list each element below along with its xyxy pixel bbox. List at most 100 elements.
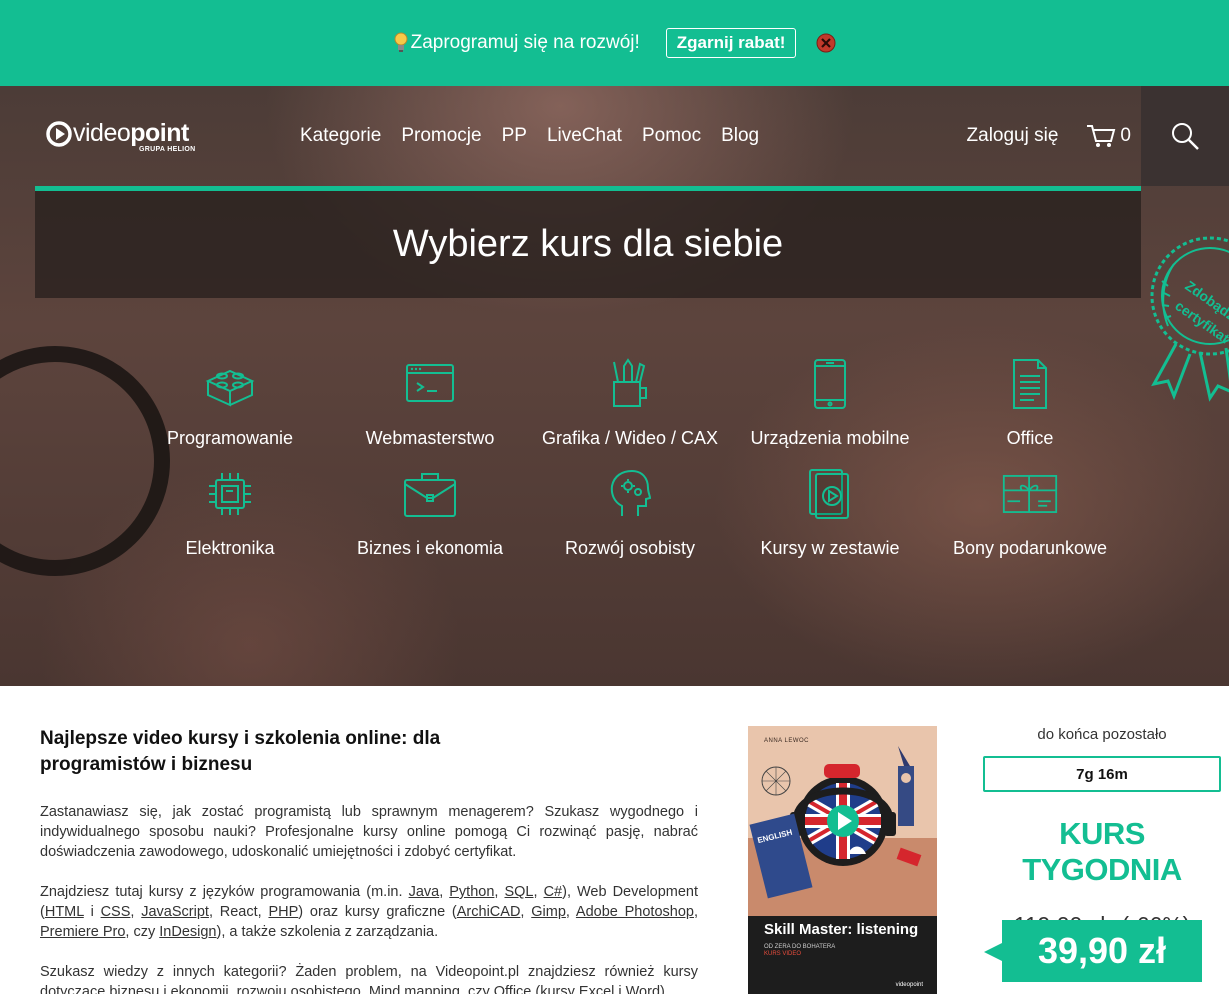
login-link[interactable]: Zaloguj się [967,125,1059,147]
lightbulb-icon [394,32,408,52]
p2-text: , [520,904,532,920]
link-javascript[interactable]: JavaScript [141,904,209,920]
category-label: Biznes i ekonomia [356,538,504,558]
link-java[interactable]: Java [409,884,440,900]
p2-text: i [83,904,101,920]
p2-text: , [565,904,576,920]
deal-title[interactable]: KURS TYGODNIA [983,816,1221,888]
category-rozwoj-osobisty[interactable]: Rozwój osobisty [530,466,730,570]
deal-remaining-label: do końca pozostało [1037,726,1167,743]
link-sql[interactable]: SQL [504,884,533,900]
promo-discount-button[interactable]: Zgarnij rabat! [665,28,797,58]
nav-pp[interactable]: PP [502,125,527,147]
category-label: Programowanie [166,428,294,448]
link-html[interactable]: HTML [45,904,84,920]
p2-text: ), a także szkolenia z zarządzania. [216,924,439,940]
category-label: Kursy w zestawie [760,538,900,558]
videopoint-logo[interactable]: videopoint GRUPA HELION [45,119,265,153]
main-navbar: videopoint GRUPA HELION Kategorie Promoc… [35,86,1141,186]
intro-paragraph-3: Szukasz wiedzy z innych kategorii? Żaden… [40,964,698,994]
cart-icon [1087,125,1116,147]
link-csharp[interactable]: C# [544,884,563,900]
smartphone-icon [814,359,846,409]
cover-kind: KURS VIDEO [764,951,802,957]
link-indesign[interactable]: InDesign [159,924,216,940]
content-section: Najlepsze video kursy i szkolenia online… [0,686,1229,994]
p2-text: , [439,884,450,900]
deal-of-week: do końca pozostało 7g 16m KURS TYGODNIA … [983,726,1221,982]
pencil-cup-icon [613,358,647,407]
category-elektronika[interactable]: Elektronika [130,466,330,570]
p2-text: , czy [125,924,160,940]
price-arrow [984,943,1002,961]
briefcase-icon [404,473,456,517]
category-label: Urządzenia mobilne [750,428,910,448]
cover-brand: videopoint [895,982,923,988]
logo-text-light: video [73,119,131,147]
promo-bar: Zaprogramuj się na rozwój! Zgarnij rabat… [0,0,1229,86]
category-label: Rozwój osobisty [564,538,696,558]
category-bony-podarunkowe[interactable]: Bony podarunkowe [930,466,1130,570]
nav-kategorie[interactable]: Kategorie [300,125,381,147]
p2-text: , [693,904,699,920]
cover-illustration: ENGLISH [748,746,937,916]
p2-text: , [494,884,505,900]
category-label: Grafika / Wideo / CAX [541,428,719,448]
category-label: Bony podarunkowe [952,538,1108,558]
category-biznes[interactable]: Biznes i ekonomia [330,466,530,570]
gift-voucher-icon [1002,475,1058,513]
logo-subtitle: GRUPA HELION [139,146,196,153]
play-logo-icon [46,120,72,147]
chip-icon [209,473,251,515]
cart-button[interactable]: 0 [1086,123,1131,149]
hero-title-band: Wybierz kurs dla siebie [35,191,1141,298]
course-cover-image[interactable]: ANNA LEWOC ENGLISH Skill Master: listeni… [748,726,937,994]
link-archicad[interactable]: ArchiCAD [457,904,521,920]
deal-price-button[interactable]: 39,90 zł [1002,920,1202,982]
category-webmasterstwo[interactable]: Webmasterstwo [330,356,530,460]
cover-subtitle: OD ZERA DO BOHATERA [764,944,836,950]
intro-paragraph-1: Zastanawiasz się, jak zostać programistą… [40,804,698,860]
video-bundle-icon [809,469,849,519]
link-css[interactable]: CSS [101,904,131,920]
p2-text: , [533,884,544,900]
link-premiere[interactable]: Premiere Pro [40,924,125,940]
category-label: Elektronika [185,538,275,558]
nav-pomoc[interactable]: Pomoc [642,125,701,147]
close-icon[interactable] [816,33,836,53]
cover-title: Skill Master: listening [764,921,919,938]
promo-text: Zaprogramuj się na rozwój! [410,32,640,53]
nav-links: Kategorie Promocje PP LiveChat Pomoc Blo… [300,125,779,147]
search-icon [1172,123,1199,150]
cart-count: 0 [1120,125,1131,146]
hero-title: Wybierz kurs dla siebie [392,223,784,265]
intro-paragraph-2: Znajdziesz tutaj kursy z języków program… [40,882,698,942]
nav-blog[interactable]: Blog [721,125,759,147]
deal-timer: 7g 16m [983,756,1221,792]
category-label: Webmasterstwo [365,428,495,448]
category-label: Office [1006,428,1054,448]
category-office[interactable]: Office [930,356,1130,460]
category-programowanie[interactable]: Programowanie [130,356,330,460]
intro-text: Najlepsze video kursy i szkolenia online… [40,726,698,994]
hero-section: videopoint GRUPA HELION Kategorie Promoc… [0,86,1229,686]
intro-heading: Najlepsze video kursy i szkolenia online… [40,728,441,775]
logo-text-bold: point [130,119,189,147]
head-gears-icon [610,469,652,516]
document-icon [1013,359,1047,409]
p2-text: Znajdziesz tutaj kursy z języków program… [40,884,409,900]
link-gimp[interactable]: Gimp [531,904,566,920]
nav-livechat[interactable]: LiveChat [547,125,622,147]
lego-brick-icon [205,369,255,407]
search-button[interactable] [1141,86,1229,186]
link-python[interactable]: Python [449,884,494,900]
link-php[interactable]: PHP [268,904,298,920]
certificate-badge-icon[interactable]: Zdobądź certyfikat [1140,226,1229,416]
category-urzadzenia-mobilne[interactable]: Urządzenia mobilne [730,356,930,460]
category-grid: Programowanie Webmasterstwo Grafika / Wi… [130,356,1130,570]
p2-text: , React, [208,904,269,920]
link-photoshop[interactable]: Adobe Photoshop [576,904,694,920]
nav-promocje[interactable]: Promocje [401,125,481,147]
category-grafika[interactable]: Grafika / Wideo / CAX [530,356,730,460]
category-kursy-w-zestawie[interactable]: Kursy w zestawie [730,466,930,570]
